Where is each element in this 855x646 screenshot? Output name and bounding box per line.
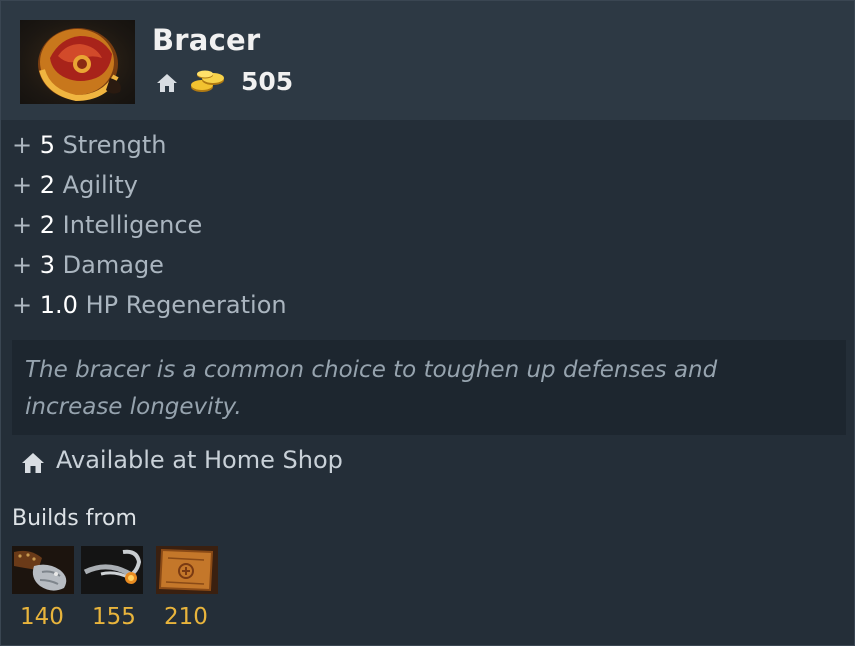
shop-availability-text: Available at Home Shop <box>56 446 343 474</box>
stat-plus: + <box>12 171 33 199</box>
builds-from-label: Builds from <box>12 506 137 531</box>
stat-row-intelligence: + 2 Intelligence <box>12 209 287 249</box>
stat-value: 5 <box>39 131 56 159</box>
stat-label: Intelligence <box>62 211 203 239</box>
gold-coins-icon <box>191 70 224 92</box>
stat-label: Damage <box>62 251 164 279</box>
stat-row-damage: + 3 Damage <box>12 249 287 289</box>
recipe-scroll-icon[interactable] <box>156 546 218 594</box>
component-cost: 140 <box>20 604 64 630</box>
stat-value: 2 <box>39 171 56 199</box>
lore-box: The bracer is a common choice to toughen… <box>12 340 846 435</box>
home-icon <box>22 453 44 473</box>
component-cost: 210 <box>164 604 208 630</box>
item-tooltip: Bracer 505 + 5 Strength + 2 Agility + 2 … <box>0 0 855 646</box>
stat-plus: + <box>12 251 33 279</box>
stat-value: 1.0 <box>39 291 78 319</box>
stat-value: 2 <box>39 211 56 239</box>
stat-label: HP Regeneration <box>85 291 287 319</box>
lore-line: The bracer is a common choice to toughen… <box>25 357 718 383</box>
stat-plus: + <box>12 211 33 239</box>
item-name: Bracer <box>152 23 261 57</box>
item-cost: 505 <box>241 67 294 96</box>
gauntlets-of-strength-icon[interactable] <box>12 546 74 594</box>
tooltip-header: Bracer 505 <box>1 1 854 120</box>
circlet-icon[interactable] <box>81 546 143 594</box>
stat-row-strength: + 5 Strength <box>12 129 287 169</box>
stat-label: Agility <box>62 171 138 199</box>
stat-list: + 5 Strength + 2 Agility + 2 Intelligenc… <box>12 129 287 329</box>
stat-value: 3 <box>39 251 56 279</box>
component-cost: 155 <box>92 604 136 630</box>
bracer-item-icon <box>20 20 135 104</box>
home-icon <box>157 74 177 92</box>
stat-row-hp-regeneration: + 1.0 HP Regeneration <box>12 289 287 329</box>
lore-text: The bracer is a common choice to toughen… <box>25 352 825 426</box>
stat-row-agility: + 2 Agility <box>12 169 287 209</box>
stat-plus: + <box>12 291 33 319</box>
stat-label: Strength <box>62 131 167 159</box>
stat-plus: + <box>12 131 33 159</box>
lore-line: increase longevity. <box>25 394 242 420</box>
